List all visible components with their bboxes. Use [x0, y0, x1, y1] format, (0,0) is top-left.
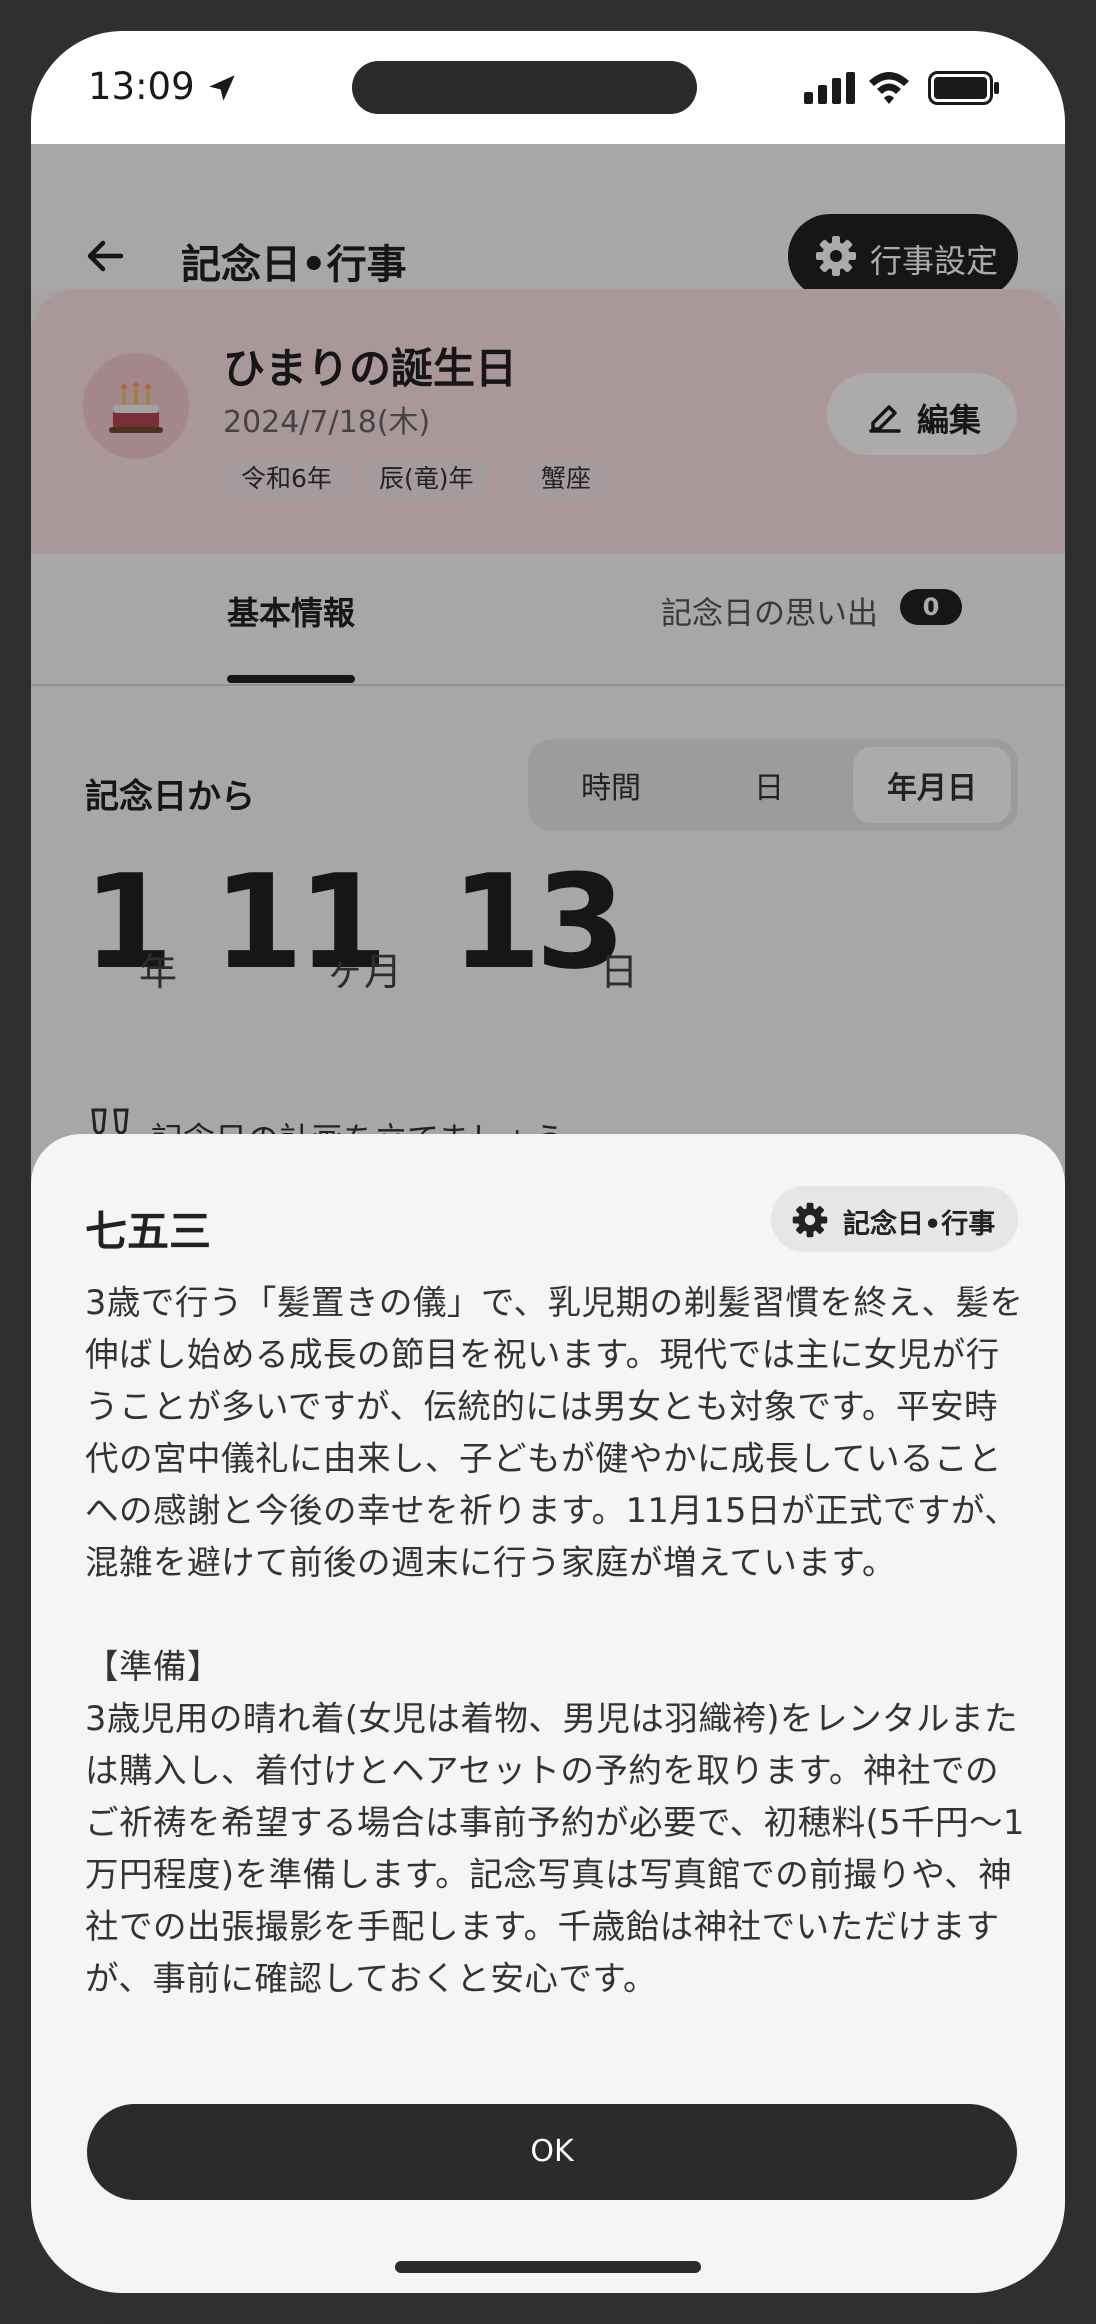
sheet-title: 七五三 [85, 1207, 212, 1256]
wifi-icon [869, 72, 909, 104]
event-description: 3歳で行う「髪置きの儀」で、乳児期の剃髪習慣を終え、髪を伸ばし始める成長の節目を… [85, 1283, 1025, 1998]
cellular-signal-icon [804, 72, 855, 104]
chip-label: 記念日•行事 [843, 1209, 996, 1240]
anniversary-event-chip[interactable]: 記念日•行事 [771, 1186, 1018, 1252]
phone-frame: 13:09 記念日•行事 行事設定 ひまりの誕生日 2024/7/18(木) 令… [0, 0, 1096, 2324]
gear-icon [792, 1202, 828, 1238]
status-bar: 13:09 [31, 31, 1065, 144]
ok-button[interactable]: OK [87, 2104, 1017, 2200]
location-arrow-icon [209, 75, 235, 101]
event-detail-sheet: 七五三 記念日•行事 3歳で行う「髪置きの儀」で、乳児期の剃髪習慣を終え、髪を伸… [31, 1134, 1065, 2293]
dynamic-island [352, 61, 697, 114]
status-time: 13:09 [88, 65, 195, 108]
home-indicator [395, 2261, 701, 2273]
battery-icon [928, 71, 999, 105]
screen: 13:09 記念日•行事 行事設定 ひまりの誕生日 2024/7/18(木) 令… [31, 31, 1065, 2293]
